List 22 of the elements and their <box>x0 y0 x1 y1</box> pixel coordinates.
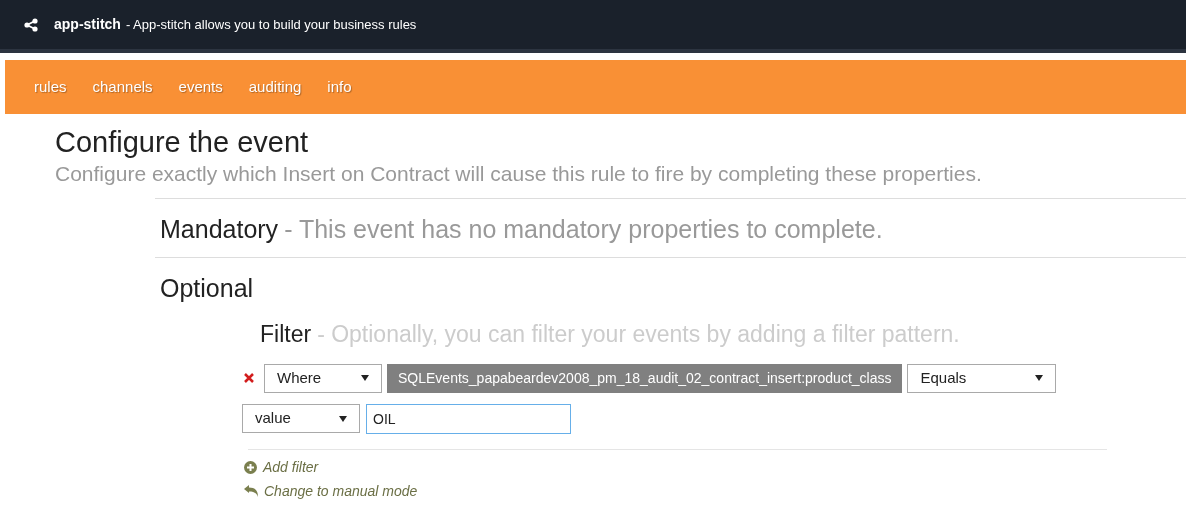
undo-arrow-icon <box>244 485 258 497</box>
optional-title: Optional <box>160 273 255 304</box>
mandatory-note: - This event has no mandatory properties to complete. <box>284 214 883 245</box>
clause-select[interactable]: Where <box>264 363 382 393</box>
caret-icon <box>1035 375 1044 381</box>
value-type-select[interactable]: value <box>242 404 360 433</box>
share-icon <box>24 17 38 32</box>
app-name: app-stitch <box>54 15 121 34</box>
plus-circle-icon <box>244 460 257 474</box>
operator-select[interactable]: Equals <box>907 363 1057 393</box>
filter-title: Filter <box>260 320 312 349</box>
field-label: SQLEvents_papabeardev2008_pm_18_audit_02_contract_insert:product_class <box>387 363 903 393</box>
add-filter-link[interactable]: Add filter <box>244 456 1186 478</box>
manual-mode-link[interactable]: Change to manual mode <box>244 480 1186 502</box>
remove-icon[interactable] <box>244 373 254 383</box>
mandatory-title: Mandatory <box>160 214 279 245</box>
page-title: Configure the event <box>55 125 310 160</box>
app-tagline: - App-stitch allows you to build your business rules <box>125 15 417 34</box>
caret-icon <box>361 375 369 381</box>
page-subtitle: Configure exactly which Insert on Contract will cause this rule to fire by completing these properties. <box>55 161 983 187</box>
caret-icon <box>339 415 347 422</box>
value-field[interactable]: OIL <box>366 403 571 434</box>
